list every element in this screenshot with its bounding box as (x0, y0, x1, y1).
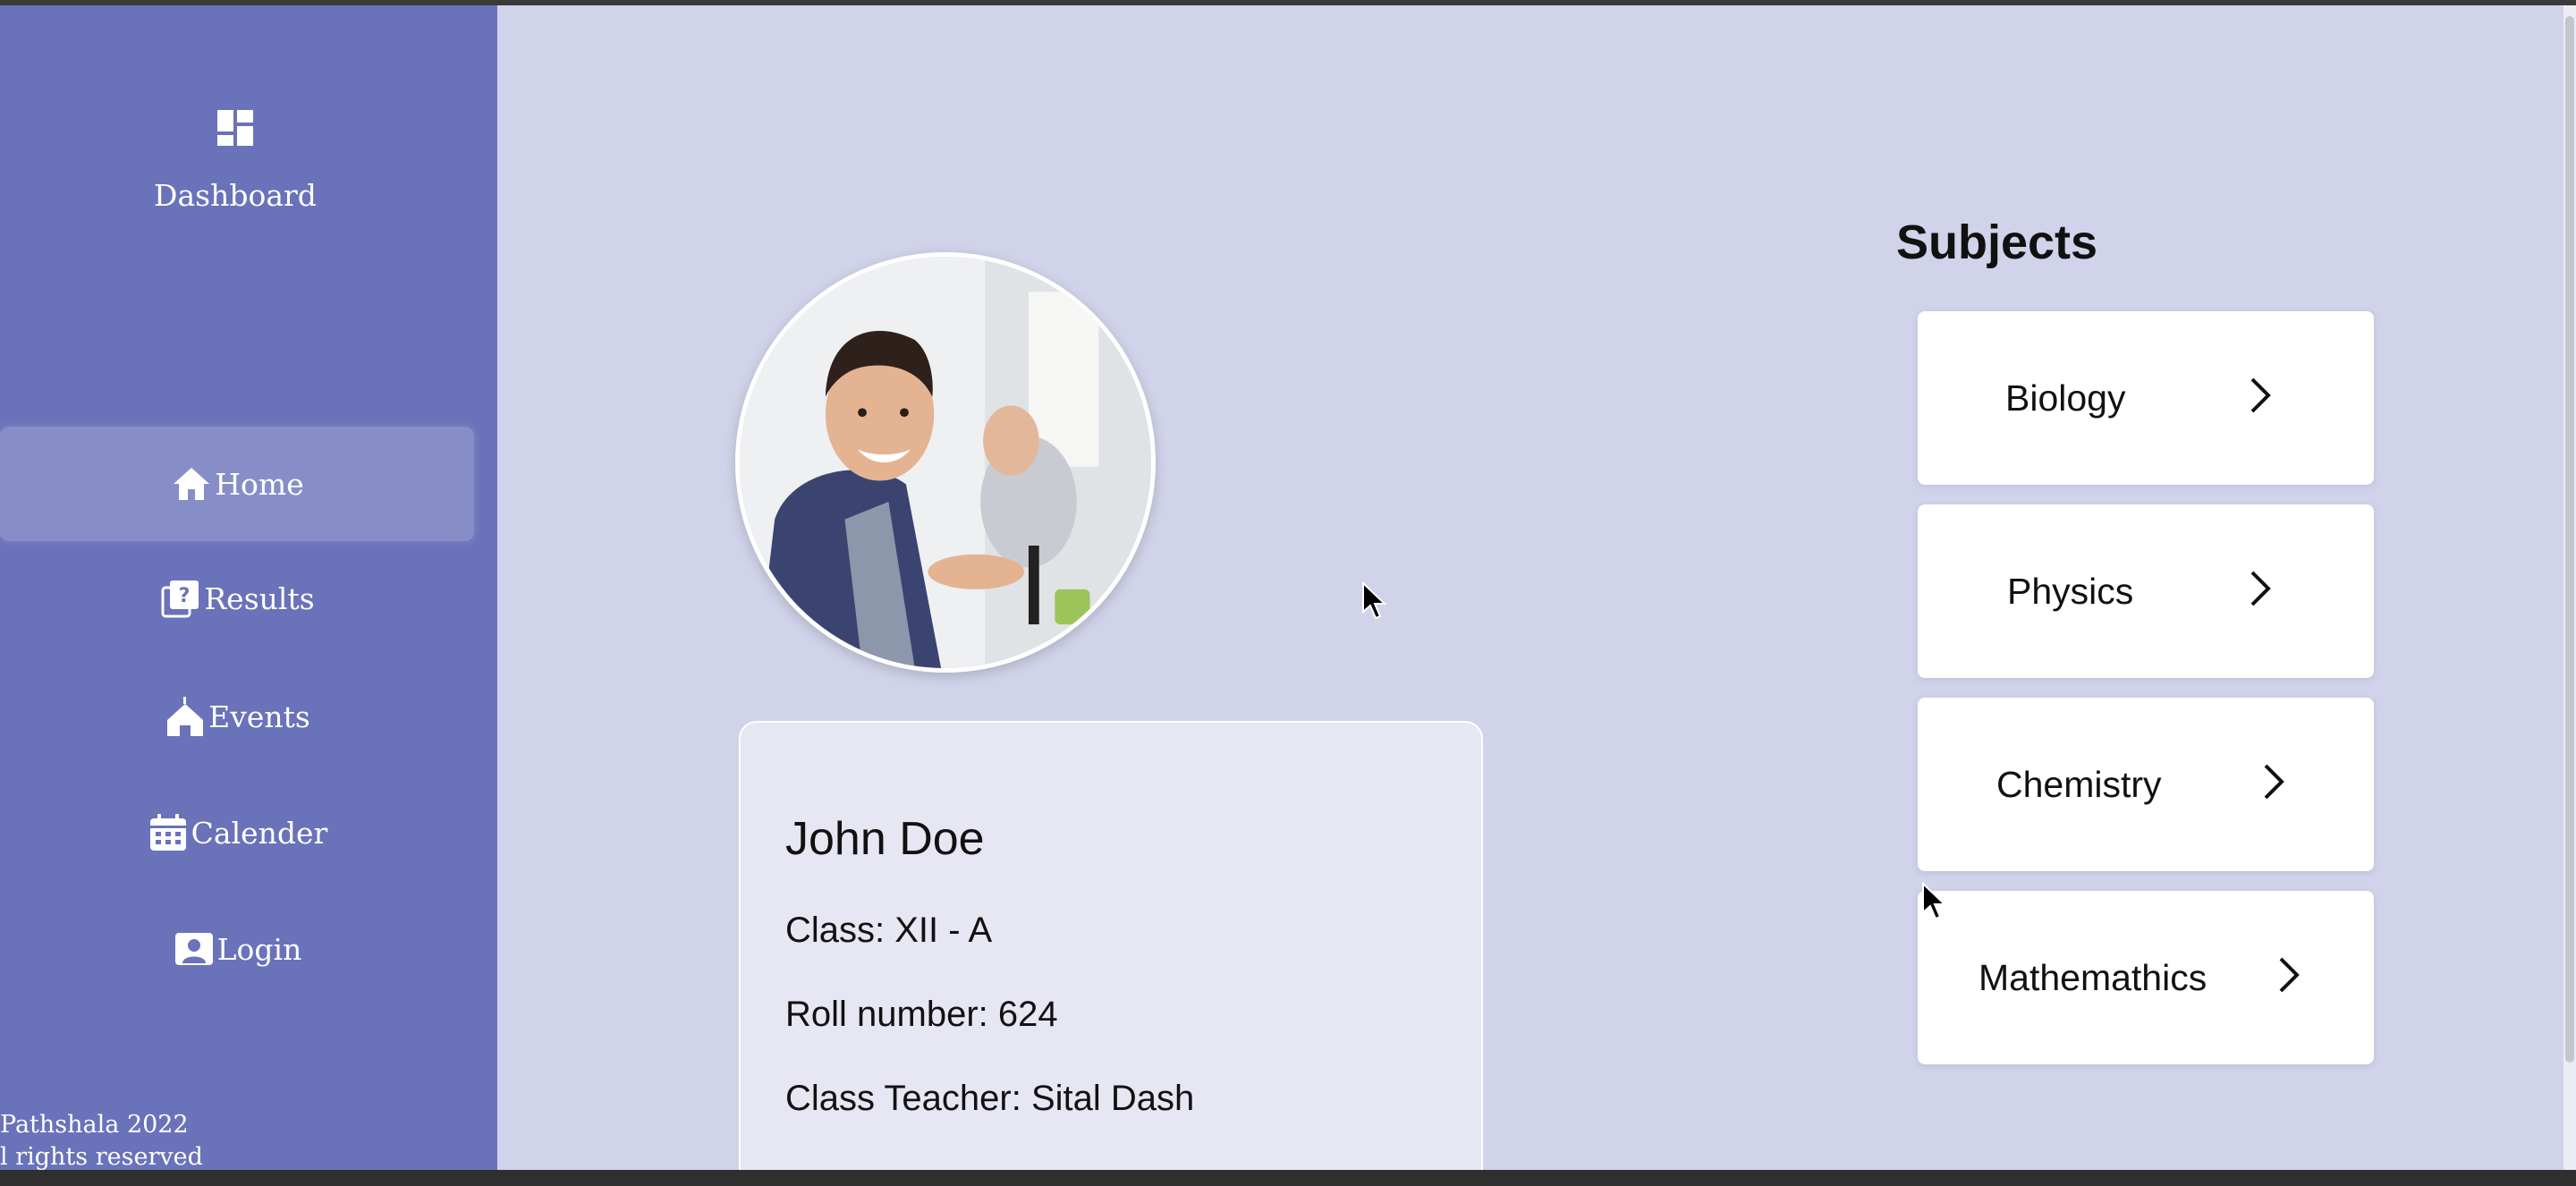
events-icon (167, 697, 204, 736)
subject-label: Physics (2007, 571, 2134, 612)
student-class: Class: XII - A (785, 911, 993, 950)
subjects-heading: Subjects (1896, 216, 2098, 269)
subject-card-biology[interactable]: Biology (1918, 311, 2374, 485)
student-photo (740, 257, 1151, 668)
chevron-right-icon (2264, 764, 2284, 800)
dashboard-label: Dashboard (154, 178, 317, 213)
scrollbar-thumb[interactable] (2565, 16, 2574, 1063)
sidebar-footer: Pathshala 2022 l rights reserved (0, 1109, 203, 1173)
subject-label: Mathemathics (1979, 957, 2207, 998)
chevron-right-icon (2250, 571, 2271, 606)
sidebar-item-label: Results (204, 580, 315, 616)
chevron-right-icon (2250, 377, 2271, 413)
subject-label: Chemistry (1996, 764, 2162, 805)
subject-card-chemistry[interactable]: Chemistry (1918, 698, 2374, 871)
sidebar-item-home[interactable]: Home (0, 427, 474, 541)
sidebar-item-label: Events (208, 699, 310, 734)
sidebar-item-calender[interactable]: Calender (0, 779, 474, 886)
sidebar-item-label: Home (215, 466, 304, 502)
student-name: John Doe (785, 813, 985, 865)
sidebar-item-results[interactable]: ? Results (0, 545, 474, 652)
mouse-cursor-icon (1922, 882, 1947, 920)
student-class-teacher: Class Teacher: Sital Dash (785, 1079, 1195, 1118)
login-icon (174, 933, 213, 965)
dashboard-icon (217, 110, 253, 146)
chevron-right-icon (2279, 957, 2300, 993)
svg-text:?: ? (179, 585, 191, 607)
dashboard-brand[interactable]: Dashboard (0, 108, 470, 213)
sidebar: Dashboard Home ? Results Events Calender… (0, 5, 497, 1173)
sidebar-item-label: Login (216, 931, 302, 967)
sidebar-item-login[interactable]: Login (0, 895, 474, 1003)
student-roll-number: Roll number: 624 (785, 995, 1058, 1034)
mouse-cursor-icon (1362, 581, 1387, 620)
subject-card-physics[interactable]: Physics (1918, 504, 2374, 678)
student-info-card: John Doe Class: XII - A Roll number: 624… (739, 721, 1483, 1186)
window-bottom-border (0, 1170, 2576, 1186)
footer-rights: l rights reserved (0, 1143, 203, 1171)
calendar-icon (149, 814, 186, 851)
subject-label: Biology (2005, 377, 2126, 419)
subject-card-mathematics[interactable]: Mathemathics (1918, 891, 2374, 1064)
footer-copyright: Pathshala 2022 (0, 1111, 189, 1139)
home-icon (174, 468, 210, 500)
sidebar-item-events[interactable]: Events (0, 663, 474, 770)
results-icon: ? (161, 580, 199, 618)
student-avatar (735, 252, 1156, 673)
sidebar-item-label: Calender (191, 815, 328, 851)
